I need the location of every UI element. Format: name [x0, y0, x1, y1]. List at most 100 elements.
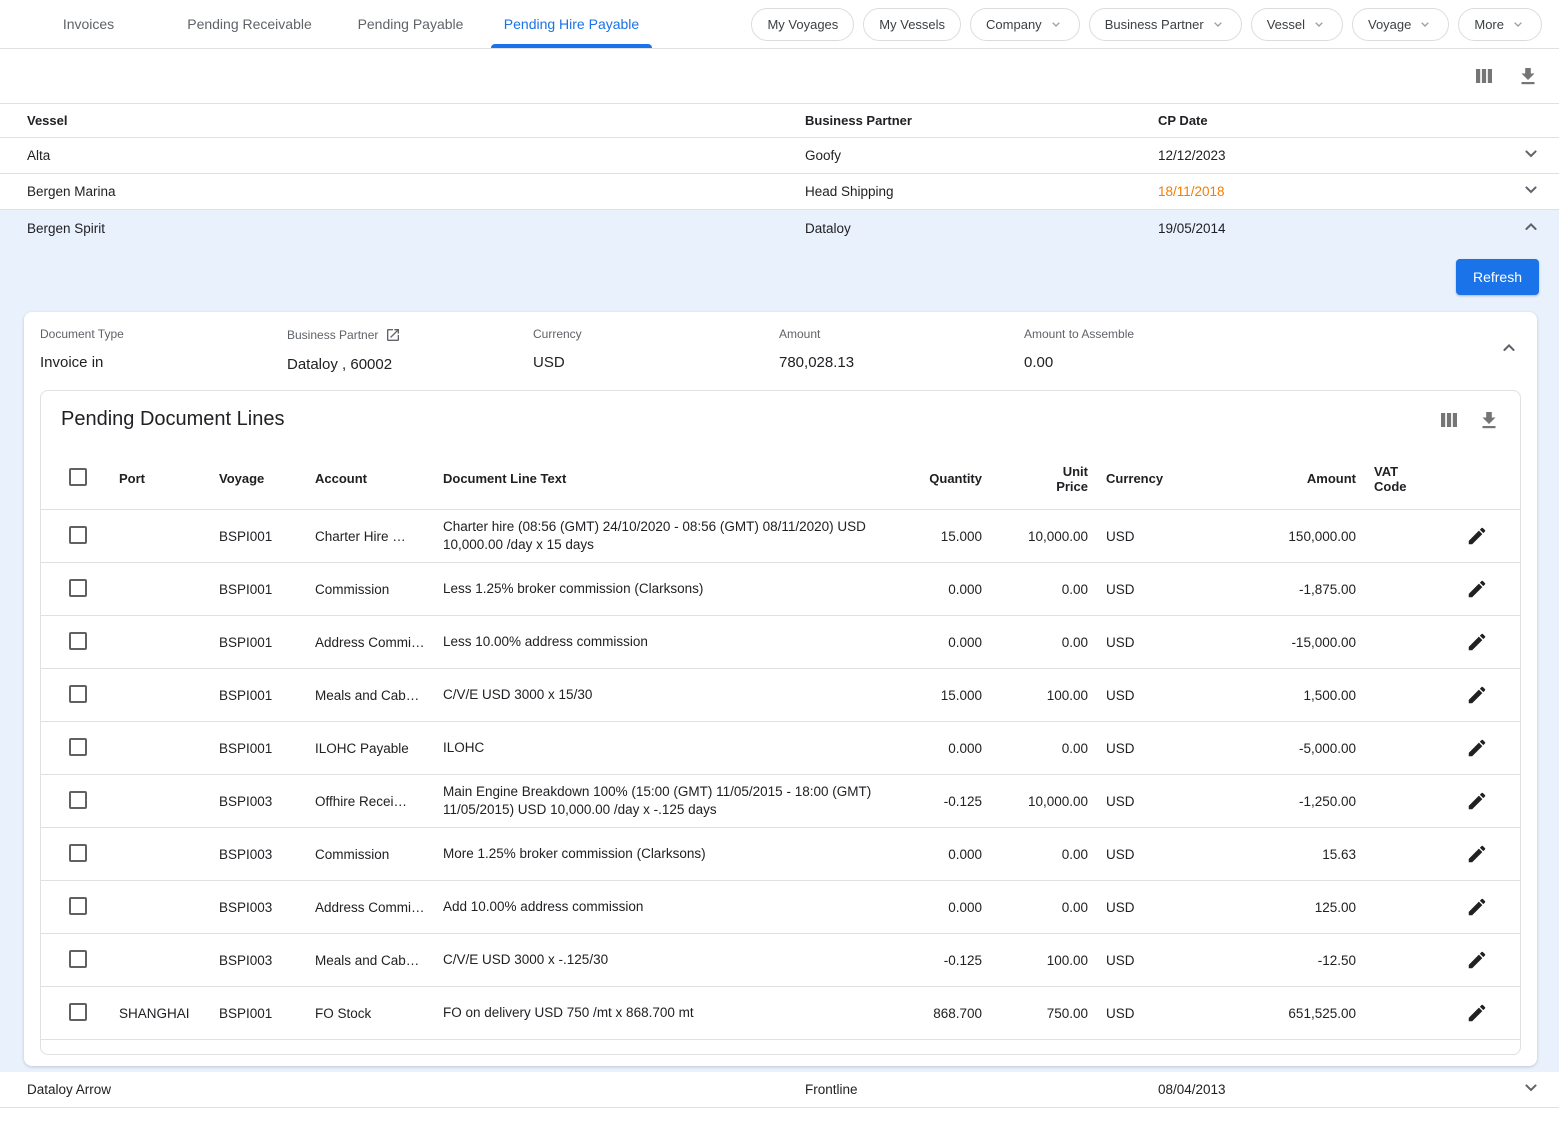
column-header-voyage: Voyage [209, 465, 305, 492]
document-line-row[interactable]: BSPI003 Meals and Cab… C/V/E USD 3000 x … [41, 934, 1520, 987]
column-header-vat-code: VAT Code [1364, 458, 1410, 500]
amount-cell: 150,000.00 [1196, 523, 1364, 550]
download-icon[interactable] [1472, 403, 1506, 437]
edit-pencil-icon[interactable] [1461, 520, 1493, 552]
column-header-cp-date: CP Date [1131, 113, 1503, 128]
field-label: Amount [779, 327, 1024, 341]
tab-invoices[interactable]: Invoices [8, 0, 169, 48]
vat-code-cell [1364, 530, 1448, 542]
row-checkbox[interactable] [69, 791, 87, 809]
vessel-row-bergen-spirit[interactable]: Bergen Spirit Dataloy 19/05/2014 [0, 210, 1559, 246]
currency-cell: USD [1096, 735, 1196, 762]
unit-price-cell: 750.00 [990, 1000, 1096, 1027]
row-checkbox[interactable] [69, 844, 87, 862]
document-line-row[interactable]: SHANGHAI BSPI001 FO Stock FO on delivery… [41, 987, 1520, 1040]
row-checkbox[interactable] [69, 579, 87, 597]
unit-price-cell: 0.00 [990, 629, 1096, 656]
account-cell: Offhire Recei… [305, 788, 433, 815]
document-line-row[interactable]: BSPI001 Commission Less 1.25% broker com… [41, 563, 1520, 616]
unit-price-cell: 0.00 [990, 841, 1096, 868]
edit-pencil-icon[interactable] [1461, 785, 1493, 817]
select-all-checkbox[interactable] [69, 468, 87, 486]
edit-pencil-icon[interactable] [1461, 732, 1493, 764]
filter-chip-voyage[interactable]: Voyage [1352, 8, 1449, 41]
filter-chip-bar: My Voyages My Vessels Company Business P… [751, 8, 1559, 41]
currency-cell: USD [1096, 894, 1196, 921]
row-checkbox[interactable] [69, 632, 87, 650]
edit-pencil-icon[interactable] [1461, 838, 1493, 870]
filter-chip-my-vessels[interactable]: My Vessels [863, 8, 961, 41]
vessel-row-bergen-marina[interactable]: Bergen Marina Head Shipping 18/11/2018 [0, 174, 1559, 210]
refresh-button[interactable]: Refresh [1456, 259, 1539, 295]
tab-label: Pending Payable [358, 16, 464, 32]
collapse-chevron-up-icon[interactable] [1497, 336, 1521, 365]
row-checkbox[interactable] [69, 1003, 87, 1021]
row-checkbox[interactable] [69, 950, 87, 968]
row-checkbox[interactable] [69, 738, 87, 756]
filter-chip-my-voyages[interactable]: My Voyages [751, 8, 854, 41]
voyage-cell: BSPI001 [209, 1000, 305, 1027]
unit-price-cell: 10,000.00 [990, 788, 1096, 815]
port-cell [109, 742, 209, 754]
unit-price-cell: 0.00 [990, 894, 1096, 921]
filter-chip-more[interactable]: More [1458, 8, 1542, 41]
tab-pending-receivable[interactable]: Pending Receivable [169, 0, 330, 48]
document-line-row[interactable]: BSPI001 Charter Hire … Charter hire (08:… [41, 510, 1520, 563]
filter-chip-business-partner[interactable]: Business Partner [1089, 8, 1242, 41]
expand-chevron-down-icon[interactable] [1519, 142, 1543, 169]
vessel-row-alta[interactable]: Alta Goofy 12/12/2023 [0, 138, 1559, 174]
amount-cell: -5,000.00 [1196, 735, 1364, 762]
open-in-new-icon[interactable] [385, 327, 401, 343]
document-line-row[interactable]: BSPI001 Meals and Cab… C/V/E USD 3000 x … [41, 669, 1520, 722]
tab-pending-hire-payable[interactable]: Pending Hire Payable [491, 0, 652, 48]
account-cell: Commission [305, 841, 433, 868]
unit-price-cell: 100.00 [990, 682, 1096, 709]
quantity-cell: 15.000 [894, 682, 990, 709]
expand-chevron-down-icon[interactable] [1519, 178, 1543, 205]
unit-price-cell: 100.00 [990, 947, 1096, 974]
document-line-text-cell: C/V/E USD 3000 x -.125/30 [433, 945, 894, 975]
document-line-text-cell: Add 10.00% address commission [433, 892, 894, 922]
document-line-row[interactable]: BSPI003 Commission More 1.25% broker com… [41, 828, 1520, 881]
account-cell: Commission [305, 576, 433, 603]
vessel-row-dataloy-arrow[interactable]: Dataloy Arrow Frontline 08/04/2013 [0, 1072, 1559, 1108]
edit-pencil-icon[interactable] [1461, 944, 1493, 976]
field-amount: Amount 780,028.13 [779, 327, 1024, 373]
column-header-amount: Amount [1196, 465, 1364, 492]
document-line-row[interactable]: BSPI001 ILOHC Payable ILOHC 0.000 0.00 U… [41, 722, 1520, 775]
vessel-name: Dataloy Arrow [0, 1082, 778, 1097]
currency-cell: USD [1096, 629, 1196, 656]
row-checkbox[interactable] [69, 685, 87, 703]
voyage-cell: BSPI003 [209, 894, 305, 921]
filter-chip-company[interactable]: Company [970, 8, 1080, 41]
expand-chevron-down-icon[interactable] [1519, 1076, 1543, 1103]
edit-pencil-icon[interactable] [1461, 997, 1493, 1029]
collapse-chevron-up-icon[interactable] [1519, 215, 1543, 242]
voyage-cell: BSPI003 [209, 788, 305, 815]
document-line-row[interactable]: BSPI003 Offhire Recei… Main Engine Break… [41, 775, 1520, 828]
row-checkbox[interactable] [69, 526, 87, 544]
account-cell: Meals and Cab… [305, 682, 433, 709]
edit-pencil-icon[interactable] [1461, 891, 1493, 923]
voyage-cell: BSPI001 [209, 629, 305, 656]
tab-pending-payable[interactable]: Pending Payable [330, 0, 491, 48]
field-currency: Currency USD [533, 327, 779, 373]
edit-pencil-icon[interactable] [1461, 573, 1493, 605]
filter-chip-vessel[interactable]: Vessel [1251, 8, 1343, 41]
currency-cell: USD [1096, 682, 1196, 709]
row-checkbox[interactable] [69, 897, 87, 915]
document-line-row[interactable]: BSPI001 Address Commi… Less 10.00% addre… [41, 616, 1520, 669]
field-value: 780,028.13 [779, 354, 1024, 371]
edit-pencil-icon[interactable] [1461, 626, 1493, 658]
columns-icon[interactable] [1467, 59, 1501, 93]
download-icon[interactable] [1511, 59, 1545, 93]
section-title: Pending Document Lines [61, 408, 284, 431]
quantity-cell: 0.000 [894, 735, 990, 762]
chevron-down-icon [1210, 16, 1226, 32]
document-line-row[interactable]: BSPI003 Address Commi… Add 10.00% addres… [41, 881, 1520, 934]
edit-pencil-icon[interactable] [1461, 679, 1493, 711]
chip-label: My Voyages [767, 17, 838, 32]
columns-icon[interactable] [1432, 403, 1466, 437]
tabs: Invoices Pending Receivable Pending Paya… [0, 0, 652, 48]
business-partner-name: Head Shipping [778, 184, 1131, 199]
